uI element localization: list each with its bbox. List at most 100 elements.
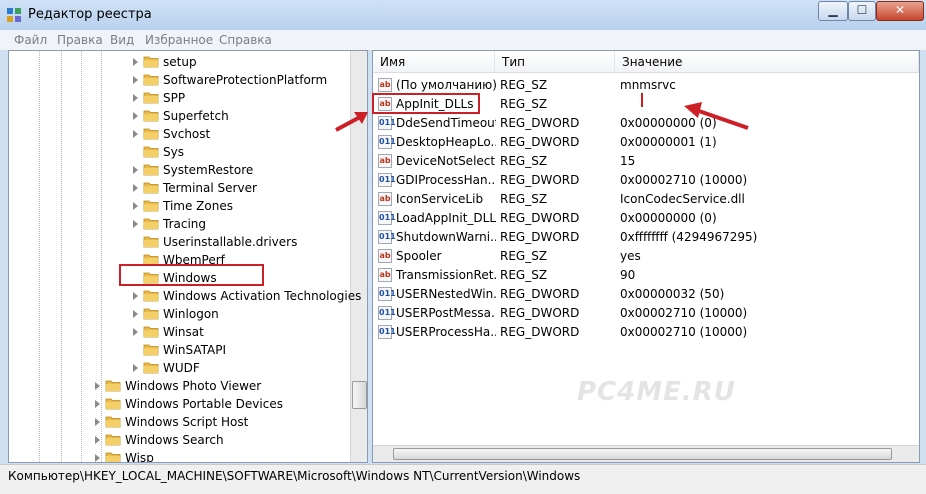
value-type: REG_DWORD bbox=[500, 211, 580, 225]
list-row[interactable]: 011 DesktopHeapLo... REG_DWORD 0x00000001 (… bbox=[373, 133, 903, 152]
list-row[interactable]: 011 DdeSendTimeout REG_DWORD 0x00000000 (0) bbox=[373, 114, 903, 133]
folder-icon bbox=[143, 290, 159, 302]
tree-item[interactable]: Windows Script Host bbox=[9, 413, 349, 431]
highlight-appinit-dlls bbox=[372, 93, 480, 114]
dword-value-icon: 011 bbox=[378, 325, 396, 339]
list-scroll-thumb[interactable] bbox=[393, 448, 892, 460]
tree-item[interactable]: setup bbox=[9, 53, 349, 71]
value-data: 90 bbox=[620, 268, 636, 282]
tree-item[interactable]: Wisp bbox=[9, 449, 349, 462]
string-value-icon: ab bbox=[378, 154, 392, 168]
tree-scroll-thumb[interactable] bbox=[352, 381, 367, 409]
menu-view[interactable]: Вид bbox=[110, 33, 134, 47]
list-row[interactable]: 011 LoadAppInit_DLLs REG_DWORD 0x00000000 (… bbox=[373, 209, 903, 228]
list-horizontal-scrollbar[interactable] bbox=[373, 445, 919, 462]
tree-item[interactable]: Userinstallable.drivers bbox=[9, 233, 349, 251]
value-type: REG_DWORD bbox=[500, 230, 580, 244]
column-header-name[interactable]: Имя bbox=[373, 51, 495, 73]
folder-icon bbox=[143, 218, 159, 230]
expand-arrow-icon[interactable] bbox=[133, 292, 138, 300]
column-header-value[interactable]: Значение bbox=[615, 51, 919, 73]
menu-file[interactable]: Файл bbox=[14, 33, 47, 47]
menu-edit[interactable]: Правка bbox=[57, 33, 103, 47]
value-type: REG_DWORD bbox=[500, 325, 580, 339]
tree-item[interactable]: WUDF bbox=[9, 359, 349, 377]
expand-arrow-icon[interactable] bbox=[95, 454, 100, 462]
tree-item[interactable]: Sys bbox=[9, 143, 349, 161]
tree-item[interactable]: SystemRestore bbox=[9, 161, 349, 179]
string-value-icon: ab bbox=[378, 268, 392, 282]
value-name: USERProcessHa... bbox=[396, 325, 496, 339]
tree-item[interactable]: SPP bbox=[9, 89, 349, 107]
value-name: DesktopHeapLo... bbox=[396, 135, 496, 149]
list-row[interactable]: 011 GDIProcessHan... REG_DWORD 0x00002710 (… bbox=[373, 171, 903, 190]
list-row[interactable]: 011 ShutdownWarni... REG_DWORD 0xffffffff (… bbox=[373, 228, 903, 247]
tree-item[interactable]: Windows Photo Viewer bbox=[9, 377, 349, 395]
tree-item-label: SystemRestore bbox=[163, 163, 254, 177]
value-name: TransmissionRet... bbox=[396, 268, 496, 282]
expand-arrow-icon[interactable] bbox=[95, 382, 100, 390]
value-type: REG_SZ bbox=[500, 154, 548, 168]
tree-item[interactable]: Windows Activation Technologies bbox=[9, 287, 361, 305]
folder-icon bbox=[105, 434, 121, 446]
registry-tree[interactable]: setup SoftwareProtectionPlatform SPP Superf… bbox=[8, 50, 368, 463]
expand-arrow-icon[interactable] bbox=[133, 166, 138, 174]
expand-arrow-icon[interactable] bbox=[95, 400, 100, 408]
list-row[interactable]: ab TransmissionRet... REG_SZ 90 bbox=[373, 266, 903, 285]
tree-item[interactable]: Winlogon bbox=[9, 305, 349, 323]
expand-arrow-icon[interactable] bbox=[133, 76, 138, 84]
expand-arrow-icon[interactable] bbox=[133, 310, 138, 318]
tree-item[interactable]: SoftwareProtectionPlatform bbox=[9, 71, 349, 89]
menu-favorites[interactable]: Избранное bbox=[145, 33, 213, 47]
value-name: IconServiceLib bbox=[396, 192, 484, 206]
expand-arrow-icon[interactable] bbox=[133, 94, 138, 102]
expand-arrow-icon[interactable] bbox=[133, 202, 138, 210]
minimize-button[interactable]: ▁ bbox=[818, 1, 848, 21]
expand-arrow-icon[interactable] bbox=[95, 418, 100, 426]
tree-item-label: WUDF bbox=[163, 361, 200, 375]
expand-arrow-icon[interactable] bbox=[133, 184, 138, 192]
tree-item[interactable]: Windows Search bbox=[9, 431, 349, 449]
menu-bar: Файл Правка Вид Избранное Справка bbox=[0, 30, 926, 51]
tree-item-label: Sys bbox=[163, 145, 184, 159]
folder-icon bbox=[105, 398, 121, 410]
menu-help[interactable]: Справка bbox=[219, 33, 272, 47]
value-data: 0xffffffff (4294967295) bbox=[620, 230, 758, 244]
tree-item[interactable]: Terminal Server bbox=[9, 179, 349, 197]
tree-item[interactable]: Superfetch bbox=[9, 107, 349, 125]
tree-item[interactable]: WinSATAPI bbox=[9, 341, 349, 359]
value-data: 0x00000001 (1) bbox=[620, 135, 717, 149]
expand-arrow-icon[interactable] bbox=[95, 436, 100, 444]
list-row[interactable]: ab Spooler REG_SZ yes bbox=[373, 247, 903, 266]
tree-item[interactable]: Time Zones bbox=[9, 197, 349, 215]
folder-icon bbox=[143, 182, 159, 194]
expand-arrow-icon[interactable] bbox=[133, 364, 138, 372]
list-row[interactable]: 011 USERNestedWin... REG_DWORD 0x00000032 (… bbox=[373, 285, 903, 304]
expand-arrow-icon[interactable] bbox=[133, 130, 138, 138]
folder-icon bbox=[143, 236, 159, 248]
expand-arrow-icon[interactable] bbox=[133, 58, 138, 66]
list-row[interactable]: ab DeviceNotSelect... REG_SZ 15 bbox=[373, 152, 903, 171]
maximize-button[interactable]: ☐ bbox=[848, 1, 876, 21]
value-name: Spooler bbox=[396, 249, 442, 263]
string-value-icon: ab bbox=[378, 192, 392, 206]
tree-item-label: SoftwareProtectionPlatform bbox=[163, 73, 328, 87]
list-row[interactable]: 011 USERProcessHa... REG_DWORD 0x00002710 (… bbox=[373, 323, 903, 342]
value-type: REG_DWORD bbox=[500, 287, 580, 301]
red-arrow-icon bbox=[335, 112, 368, 132]
tree-item[interactable]: Tracing bbox=[9, 215, 349, 233]
column-header-type[interactable]: Тип bbox=[495, 51, 615, 73]
list-row[interactable]: 011 USERPostMessa... REG_DWORD 0x00002710 (… bbox=[373, 304, 903, 323]
tree-item[interactable]: Windows Portable Devices bbox=[9, 395, 349, 413]
expand-arrow-icon[interactable] bbox=[133, 328, 138, 336]
tree-item-label: Winlogon bbox=[163, 307, 219, 321]
close-button[interactable]: ✕ bbox=[876, 1, 924, 21]
tree-item[interactable]: Winsat bbox=[9, 323, 349, 341]
list-row[interactable]: ab IconServiceLib REG_SZ IconCodecService.d… bbox=[373, 190, 903, 209]
tree-item-label: Terminal Server bbox=[163, 181, 257, 195]
folder-icon bbox=[143, 146, 159, 158]
value-data: IconCodecService.dll bbox=[620, 192, 745, 206]
expand-arrow-icon[interactable] bbox=[133, 112, 138, 120]
tree-item[interactable]: Svchost bbox=[9, 125, 349, 143]
expand-arrow-icon[interactable] bbox=[133, 220, 138, 228]
